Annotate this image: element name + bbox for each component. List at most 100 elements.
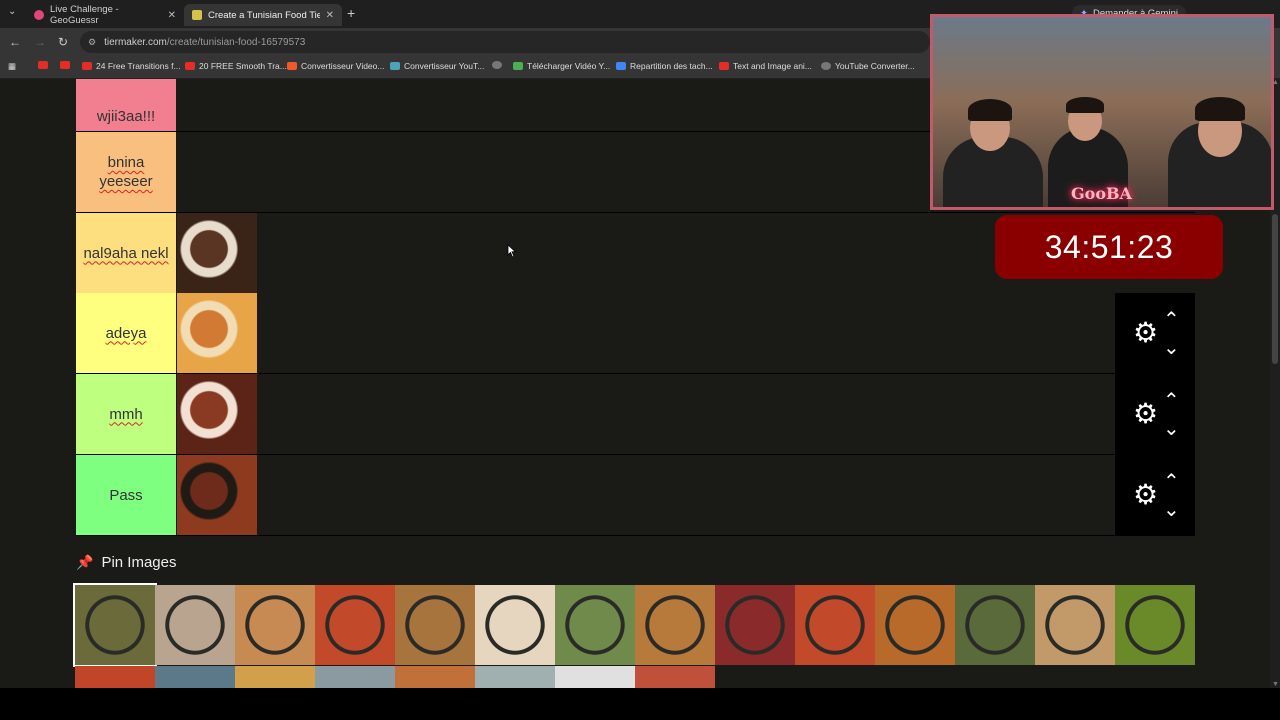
pool-food-image[interactable] — [475, 585, 555, 665]
chevron-up-icon[interactable]: ⌃ — [1163, 469, 1180, 494]
gear-icon[interactable]: ⚙ — [1133, 481, 1158, 509]
youtube-icon — [38, 61, 48, 69]
pool-food-image[interactable] — [235, 666, 315, 688]
globe-icon — [821, 62, 831, 70]
pool-food-image[interactable] — [555, 585, 635, 665]
pool-food-image[interactable] — [475, 666, 555, 688]
z-icon — [287, 62, 297, 70]
pool-food-image[interactable] — [715, 585, 795, 665]
scrollbar-thumb[interactable] — [1272, 214, 1278, 364]
close-tab-icon[interactable]: ✕ — [326, 10, 334, 21]
chevron-up-icon[interactable]: ⌃ — [1163, 307, 1180, 332]
tier-food-image[interactable] — [177, 374, 257, 454]
youtube-icon — [82, 62, 92, 70]
pin-images-heading: 📌 Pin Images — [76, 554, 176, 571]
bookmark-item[interactable]: 24 Free Transitions f... — [82, 61, 181, 71]
pool-food-image[interactable] — [875, 585, 955, 665]
bookmark-label: YouTube Converter... — [835, 61, 915, 71]
pool-food-image[interactable] — [635, 666, 715, 688]
pool-food-image[interactable] — [955, 585, 1035, 665]
pool-food-image[interactable] — [235, 585, 315, 665]
youtube-icon — [719, 62, 729, 70]
tab-search-icon[interactable]: ⌄ — [8, 6, 16, 17]
chevron-down-icon[interactable]: ⌄ — [1163, 416, 1180, 441]
bookmark-item[interactable]: 20 FREE Smooth Tra... — [185, 61, 287, 71]
reload-icon[interactable]: ↻ — [58, 35, 68, 49]
bookmark-youtube-1[interactable] — [38, 61, 52, 69]
tab-geoguessr[interactable]: Live Challenge - GeoGuessr ✕ — [26, 4, 184, 26]
site-info-icon[interactable]: ⚙ — [88, 37, 96, 48]
bookmark-item[interactable]: YouTube Converter... — [821, 61, 915, 71]
bookmark-youtube-2[interactable] — [60, 61, 74, 69]
forward-arrow-icon[interactable]: → — [34, 35, 46, 49]
stream-timer: 34:51:23 — [995, 215, 1223, 279]
tier-row[interactable]: mmh ⚙ ⌃ ⌄ — [76, 374, 1195, 455]
tier-row[interactable]: adeya ⚙ ⌃ ⌄ — [76, 293, 1195, 374]
address-bar[interactable]: ⚙ tiermaker.com/create/tunisian-food-165… — [80, 31, 930, 53]
tier-label-text: adeya — [105, 324, 147, 342]
streamer-left-hair — [968, 99, 1012, 121]
tiermaker-favicon-icon — [192, 10, 202, 20]
tier-label-text: nal9aha nekl — [83, 244, 169, 262]
tier-label[interactable]: wjii3aa!!! — [76, 79, 176, 131]
pool-food-image[interactable] — [635, 585, 715, 665]
tab-title: Live Challenge - GeoGuessr — [50, 4, 119, 26]
pushpin-icon: 📌 — [76, 554, 94, 570]
gear-icon[interactable]: ⚙ — [1133, 400, 1158, 428]
tier-label[interactable]: mmh — [76, 374, 176, 454]
tier-label[interactable]: adeya — [76, 293, 176, 373]
pin-images-title: Pin Images — [101, 554, 177, 571]
bookmark-item[interactable]: Convertisseur YouT... — [390, 61, 484, 71]
tier-label-text: wjii3aa!!! — [96, 108, 156, 125]
pool-food-image[interactable] — [795, 585, 875, 665]
bookmark-label: Text and Image ani... — [733, 61, 812, 71]
bookmark-label: Convertisseur YouT... — [404, 61, 485, 71]
close-tab-icon[interactable]: ✕ — [168, 10, 176, 21]
tier-row[interactable]: Pass ⚙ ⌃ ⌄ — [76, 455, 1195, 536]
tier-label[interactable]: nal9aha nekl — [76, 213, 176, 293]
gear-icon[interactable]: ⚙ — [1133, 319, 1158, 347]
pool-food-image[interactable] — [155, 585, 235, 665]
pool-food-image[interactable] — [1035, 585, 1115, 665]
pool-food-image[interactable] — [73, 583, 157, 667]
tab-tiermaker[interactable]: Create a Tunisian Food Tier List ✕ — [184, 4, 342, 26]
chevron-down-icon[interactable]: ⌄ — [1163, 335, 1180, 360]
bookmark-label: Télécharger Vidéo Y... — [527, 61, 611, 71]
youtube-icon — [185, 62, 195, 70]
tier-label[interactable]: Pass — [76, 455, 176, 535]
new-tab-icon[interactable]: + — [347, 5, 355, 21]
tier-label-text: mmh — [109, 405, 143, 423]
geoguessr-favicon-icon — [34, 10, 44, 20]
bookmark-item[interactable]: Repartition des tach... — [616, 61, 713, 71]
pool-food-image[interactable] — [75, 666, 155, 688]
pool-food-image[interactable] — [395, 585, 475, 665]
tier-label[interactable]: bnina yeeseer — [76, 132, 176, 212]
scroll-down-icon[interactable]: ▼ — [1272, 681, 1279, 688]
pool-food-image[interactable] — [555, 666, 635, 688]
url-host: tiermaker.com — [104, 36, 167, 48]
tier-food-image[interactable] — [177, 293, 257, 373]
pool-food-image[interactable] — [155, 666, 235, 688]
pool-food-image[interactable] — [1115, 585, 1195, 665]
tier-food-image[interactable] — [177, 213, 257, 293]
pool-food-image[interactable] — [315, 585, 395, 665]
docs-icon — [616, 62, 626, 70]
bookmark-item[interactable]: Text and Image ani... — [719, 61, 812, 71]
pool-food-image[interactable] — [315, 666, 395, 688]
bookmark-item[interactable]: Convertisseur Video... — [287, 61, 384, 71]
streamer-middle-hair — [1066, 97, 1104, 113]
chevron-down-icon[interactable]: ⌄ — [1163, 497, 1180, 522]
tab-title: Create a Tunisian Food Tier List — [208, 9, 320, 21]
taskbar-strip — [0, 688, 1280, 720]
youtube-icon — [60, 61, 70, 69]
tier-label-text: Pass — [109, 486, 143, 504]
bookmark-item[interactable] — [492, 61, 506, 69]
webcam-overlay: GooBA — [930, 14, 1274, 210]
back-arrow-icon[interactable]: ← — [9, 35, 21, 49]
streamer-right-hair — [1195, 97, 1245, 121]
bookmark-item[interactable]: Télécharger Vidéo Y... — [513, 61, 610, 71]
chevron-up-icon[interactable]: ⌃ — [1163, 388, 1180, 413]
apps-grid-icon[interactable]: ▦ — [8, 61, 16, 72]
tier-food-image[interactable] — [177, 455, 257, 535]
pool-food-image[interactable] — [395, 666, 475, 688]
